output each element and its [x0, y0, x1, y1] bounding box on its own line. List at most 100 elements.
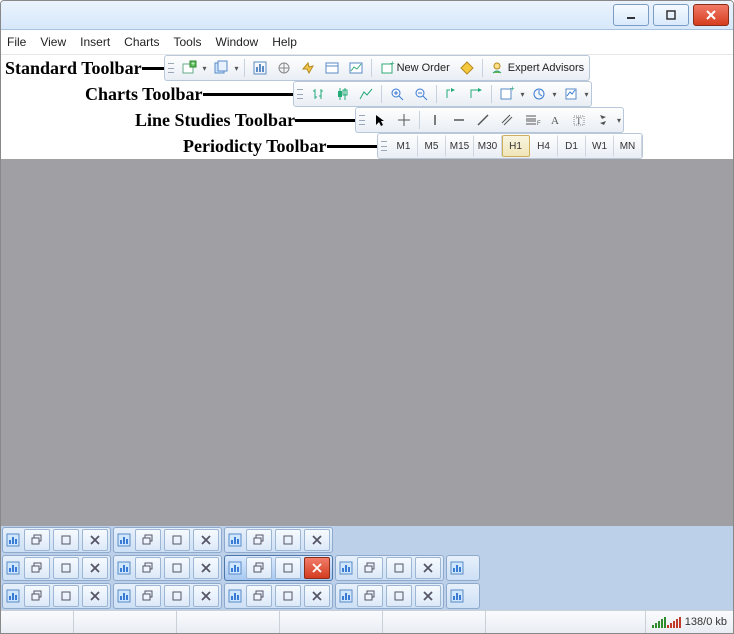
close-button[interactable]: [693, 4, 729, 26]
text-label-icon[interactable]: T: [568, 109, 590, 131]
tab-maximize-button[interactable]: [386, 585, 412, 607]
chart-tab[interactable]: [2, 555, 111, 581]
maximize-button[interactable]: [653, 4, 689, 26]
tab-maximize-button[interactable]: [53, 585, 79, 607]
indicators-icon[interactable]: +: [496, 83, 518, 105]
dropdown-icon[interactable]: ▾: [519, 90, 527, 99]
chart-tab[interactable]: [113, 527, 222, 553]
tab-restore-button[interactable]: [24, 585, 50, 607]
metaeditor-icon[interactable]: [456, 57, 478, 79]
zoom-in-icon[interactable]: [386, 83, 408, 105]
vertical-line-icon[interactable]: [424, 109, 446, 131]
tab-close-button[interactable]: [82, 557, 108, 579]
menu-insert[interactable]: Insert: [80, 35, 110, 49]
period-h1[interactable]: H1: [502, 135, 530, 157]
chart-tab[interactable]: [113, 555, 222, 581]
tab-restore-button[interactable]: [246, 529, 272, 551]
minimize-button[interactable]: [613, 4, 649, 26]
menu-tools[interactable]: Tools: [174, 35, 202, 49]
horizontal-line-icon[interactable]: [448, 109, 470, 131]
fibonacci-icon[interactable]: F: [520, 109, 542, 131]
tab-maximize-button[interactable]: [275, 585, 301, 607]
toolbar-grip[interactable]: [297, 85, 303, 103]
dropdown-icon[interactable]: ▾: [201, 64, 209, 73]
period-m5[interactable]: M5: [418, 135, 446, 157]
arrows-icon[interactable]: [592, 109, 614, 131]
tab-maximize-button[interactable]: [164, 585, 190, 607]
toolbar-grip[interactable]: [168, 59, 174, 77]
tab-restore-button[interactable]: [24, 557, 50, 579]
profiles-icon[interactable]: [210, 57, 232, 79]
menu-window[interactable]: Window: [216, 35, 259, 49]
period-m1[interactable]: M1: [390, 135, 418, 157]
strategy-tester-icon[interactable]: [345, 57, 367, 79]
tab-maximize-button[interactable]: [386, 557, 412, 579]
menu-view[interactable]: View: [40, 35, 66, 49]
equidistant-channel-icon[interactable]: [496, 109, 518, 131]
tab-maximize-button[interactable]: [275, 557, 301, 579]
period-m15[interactable]: M15: [446, 135, 474, 157]
bar-chart-icon[interactable]: [307, 83, 329, 105]
tab-close-button[interactable]: [304, 557, 330, 579]
chart-tab[interactable]: [224, 583, 333, 609]
line-chart-icon[interactable]: [355, 83, 377, 105]
periodicity-icon[interactable]: [528, 83, 550, 105]
menu-charts[interactable]: Charts: [124, 35, 159, 49]
dropdown-icon[interactable]: ▾: [233, 64, 241, 73]
chart-tab[interactable]: [335, 555, 444, 581]
terminal-icon[interactable]: [321, 57, 343, 79]
chart-tab[interactable]: [2, 583, 111, 609]
chart-tab[interactable]: [446, 555, 480, 581]
chart-shift-icon[interactable]: [465, 83, 487, 105]
menu-help[interactable]: Help: [272, 35, 297, 49]
chart-tab[interactable]: [224, 555, 333, 581]
data-window-icon[interactable]: [273, 57, 295, 79]
tab-close-button[interactable]: [304, 529, 330, 551]
period-h4[interactable]: H4: [530, 135, 558, 157]
dropdown-icon[interactable]: ▾: [615, 116, 623, 125]
dropdown-icon[interactable]: ▾: [583, 90, 591, 99]
cursor-icon[interactable]: [369, 109, 391, 131]
tab-close-button[interactable]: [193, 585, 219, 607]
period-m30[interactable]: M30: [474, 135, 502, 157]
dropdown-icon[interactable]: ▾: [551, 90, 559, 99]
expert-advisors-button[interactable]: Expert Advisors: [487, 57, 588, 79]
market-watch-icon[interactable]: [249, 57, 271, 79]
tab-restore-button[interactable]: [135, 585, 161, 607]
navigator-icon[interactable]: [297, 57, 319, 79]
tab-maximize-button[interactable]: [275, 529, 301, 551]
new-chart-icon[interactable]: +: [178, 57, 200, 79]
chart-tab[interactable]: [446, 583, 480, 609]
toolbar-grip[interactable]: [359, 111, 365, 129]
tab-close-button[interactable]: [415, 557, 441, 579]
tab-close-button[interactable]: [193, 557, 219, 579]
tab-close-button[interactable]: [415, 585, 441, 607]
autoscroll-icon[interactable]: [441, 83, 463, 105]
chart-tab[interactable]: [335, 583, 444, 609]
chart-tab[interactable]: [113, 583, 222, 609]
crosshair-icon[interactable]: [393, 109, 415, 131]
chart-tab[interactable]: [224, 527, 333, 553]
candlestick-icon[interactable]: [331, 83, 353, 105]
trendline-icon[interactable]: [472, 109, 494, 131]
period-w1[interactable]: W1: [586, 135, 614, 157]
tab-restore-button[interactable]: [135, 529, 161, 551]
tab-close-button[interactable]: [193, 529, 219, 551]
tab-close-button[interactable]: [304, 585, 330, 607]
tab-maximize-button[interactable]: [164, 557, 190, 579]
tab-restore-button[interactable]: [357, 585, 383, 607]
tab-restore-button[interactable]: [246, 557, 272, 579]
period-mn[interactable]: MN: [614, 135, 642, 157]
tab-maximize-button[interactable]: [53, 529, 79, 551]
tab-close-button[interactable]: [82, 529, 108, 551]
text-icon[interactable]: A: [544, 109, 566, 131]
tab-restore-button[interactable]: [246, 585, 272, 607]
zoom-out-icon[interactable]: [410, 83, 432, 105]
new-order-button[interactable]: + New Order: [376, 57, 454, 79]
tab-restore-button[interactable]: [357, 557, 383, 579]
tab-close-button[interactable]: [82, 585, 108, 607]
chart-tab[interactable]: [2, 527, 111, 553]
period-d1[interactable]: D1: [558, 135, 586, 157]
tab-restore-button[interactable]: [135, 557, 161, 579]
toolbar-grip[interactable]: [381, 137, 387, 155]
